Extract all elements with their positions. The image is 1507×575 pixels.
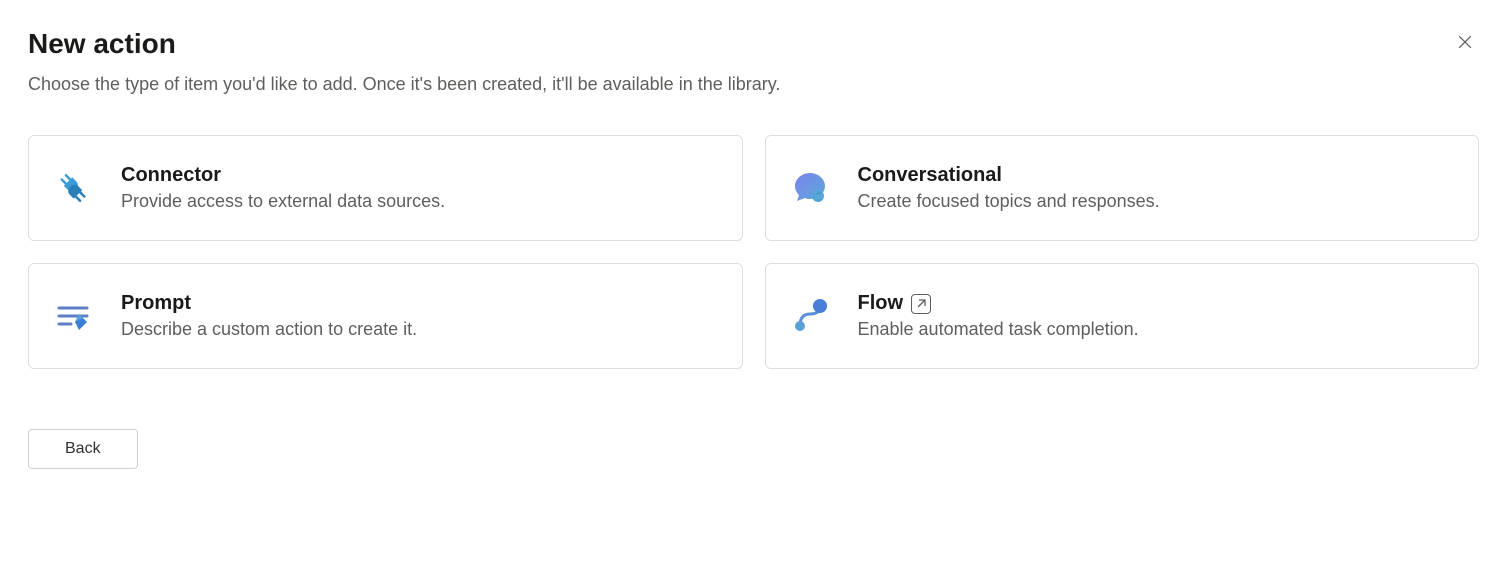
- external-link-icon: [911, 294, 931, 314]
- conversational-icon: [790, 168, 830, 208]
- close-button[interactable]: [1451, 28, 1479, 59]
- card-prompt-title: Prompt: [121, 292, 718, 315]
- page-title: New action: [28, 28, 176, 60]
- card-connector[interactable]: Connector Provide access to external dat…: [28, 135, 743, 241]
- back-button[interactable]: Back: [28, 429, 138, 469]
- card-flow-desc: Enable automated task completion.: [858, 319, 1455, 340]
- action-type-grid: Connector Provide access to external dat…: [28, 135, 1479, 369]
- close-icon: [1455, 32, 1475, 55]
- card-flow[interactable]: Flow Enable automated task completion.: [765, 263, 1480, 369]
- flow-icon: [790, 296, 830, 336]
- card-connector-desc: Provide access to external data sources.: [121, 191, 718, 212]
- prompt-icon: [53, 296, 93, 336]
- page-subtitle: Choose the type of item you'd like to ad…: [28, 74, 1479, 95]
- card-prompt[interactable]: Prompt Describe a custom action to creat…: [28, 263, 743, 369]
- card-connector-title: Connector: [121, 164, 718, 187]
- card-prompt-desc: Describe a custom action to create it.: [121, 319, 718, 340]
- card-conversational-desc: Create focused topics and responses.: [858, 191, 1455, 212]
- card-flow-title: Flow: [858, 292, 904, 315]
- connector-icon: [53, 168, 93, 208]
- card-conversational-title: Conversational: [858, 164, 1455, 187]
- card-conversational[interactable]: Conversational Create focused topics and…: [765, 135, 1480, 241]
